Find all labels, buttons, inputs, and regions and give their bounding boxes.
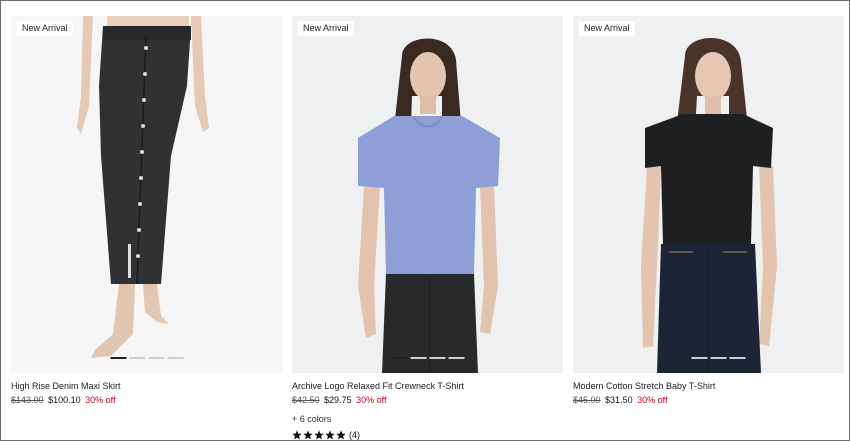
product-image-1[interactable]: New Arrival [11,16,282,373]
product-card-3[interactable]: New Arrival Modern Cotton Stretch Baby T… [573,16,844,440]
product-image-2[interactable]: New Arrival [292,16,563,373]
carousel-dot-1[interactable] [672,357,688,359]
product-price: $45.00 $31.50 30% off [573,395,844,405]
review-count: (4) [349,430,360,440]
product-card-2[interactable]: New Arrival Archive Logo Relaxed Fit Cre… [292,16,563,440]
product-grid: New Arrival High Rise Denim Maxi Skirt $… [11,16,844,440]
discount-label: 30% off [85,395,116,405]
sale-price: $31.50 [605,395,633,405]
product-title[interactable]: Archive Logo Relaxed Fit Crewneck T-Shir… [292,381,563,391]
new-arrival-badge: New Arrival [298,21,354,36]
discount-label: 30% off [356,395,387,405]
black-tshirt-photo [641,37,777,373]
product-price: $42.50 $29.75 30% off [292,395,563,405]
product-title[interactable]: High Rise Denim Maxi Skirt [11,381,282,391]
carousel-dot-2[interactable] [691,357,707,359]
product-title[interactable]: Modern Cotton Stretch Baby T-Shirt [573,381,844,391]
original-price: $143.00 [11,395,44,405]
product-image-3[interactable]: New Arrival [573,16,844,373]
product-grid-frame: New Arrival High Rise Denim Maxi Skirt $… [0,0,850,441]
carousel-dots [110,357,183,359]
discount-label: 30% off [637,395,668,405]
star-icon [303,430,313,440]
carousel-dot-2[interactable] [129,357,145,359]
star-icon [336,430,346,440]
carousel-dots [391,357,464,359]
star-icon [314,430,324,440]
carousel-dot-3[interactable] [148,357,164,359]
original-price: $45.00 [573,395,601,405]
carousel-dot-4[interactable] [167,357,183,359]
carousel-dot-2[interactable] [410,357,426,359]
new-arrival-badge: New Arrival [579,21,635,36]
sale-price: $29.75 [324,395,352,405]
carousel-dot-4[interactable] [729,357,745,359]
carousel-dots [672,357,745,359]
product-price: $143.00 $100.10 30% off [11,395,282,405]
carousel-dot-1[interactable] [110,357,126,359]
star-icon [292,430,302,440]
carousel-dot-4[interactable] [448,357,464,359]
carousel-dot-3[interactable] [429,357,445,359]
product-card-1[interactable]: New Arrival High Rise Denim Maxi Skirt $… [11,16,282,440]
blue-tshirt-photo [358,38,500,373]
denim-skirt-photo [77,16,209,358]
new-arrival-badge: New Arrival [17,21,73,36]
star-icon [325,430,335,440]
sale-price: $100.10 [48,395,81,405]
product-rating[interactable]: (4) [292,430,563,440]
rating-stars [292,430,346,440]
original-price: $42.50 [292,395,320,405]
carousel-dot-1[interactable] [391,357,407,359]
carousel-dot-3[interactable] [710,357,726,359]
color-options-link[interactable]: + 6 colors [292,414,563,424]
